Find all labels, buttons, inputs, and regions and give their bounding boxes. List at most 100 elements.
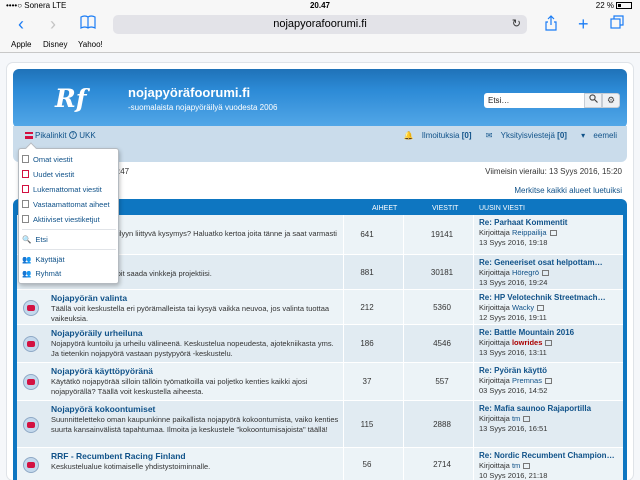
question-icon: ? — [69, 131, 77, 140]
battery: 22 % — [596, 1, 632, 10]
bell-icon: 🔔 — [403, 131, 414, 140]
goto-post-icon[interactable] — [523, 416, 531, 422]
advanced-search-button[interactable]: ⚙ — [602, 93, 620, 108]
last-post-title[interactable]: Re: Geneeriset osat helpottam… — [479, 258, 621, 267]
topics-count: 641 — [360, 230, 374, 239]
document-icon — [22, 200, 29, 208]
posts-count: 2714 — [433, 459, 451, 469]
goto-post-icon[interactable] — [545, 340, 553, 346]
last-post-date: 10 Syys 2016, 21:18 — [479, 471, 548, 480]
dd-groups[interactable]: 👥 Ryhmät — [22, 269, 116, 278]
favorite-disney[interactable]: Disney — [43, 40, 67, 49]
quicklinks-toggle[interactable]: Pikalinkit — [25, 131, 67, 140]
envelope-icon: ✉ — [485, 131, 493, 140]
last-post-date: 12 Syys 2016, 19:11 — [479, 313, 547, 322]
last-post-author[interactable]: tm — [512, 414, 520, 423]
posts-count: 2888 — [433, 419, 451, 429]
dd-unread-posts[interactable]: Lukemattomat viestit — [22, 185, 116, 194]
dd-search[interactable]: 🔍 Etsi — [22, 235, 116, 244]
dd-own-posts[interactable]: Omat viestit — [22, 155, 116, 164]
new-tab-icon[interactable]: + — [578, 15, 589, 33]
forum-row[interactable]: Nojapyörä käyttöpyöränä Käytätkö nojapyör… — [17, 363, 623, 401]
posts-count: 19141 — [430, 230, 454, 239]
goto-post-icon[interactable] — [523, 463, 531, 469]
site-header: Rf nojapyöräfoorumi.fi -suomalaista noja… — [13, 69, 627, 128]
forum-title[interactable]: Nojapyörä kokoontumiset — [51, 404, 155, 414]
last-post-date: 13 Syys 2016, 19:24 — [479, 278, 548, 287]
col-posts: VIESTIT — [432, 205, 459, 212]
forum-status-icon — [23, 374, 39, 390]
last-post-author[interactable]: tm — [512, 461, 520, 470]
forward-button[interactable]: › — [50, 15, 56, 33]
svg-text:Rf: Rf — [54, 84, 91, 113]
current-time: :47 — [118, 167, 130, 176]
posts-count: 4546 — [433, 339, 451, 348]
forum-description: Täällä voit keskustella eri pyörämalleis… — [51, 304, 330, 323]
col-topics: AIHEET — [372, 205, 398, 212]
last-post-title[interactable]: Re: Battle Mountain 2016 — [479, 328, 621, 337]
forum-status-icon — [23, 416, 39, 433]
last-post-author[interactable]: Premnas — [512, 376, 542, 385]
forum-row[interactable]: Nojapyörä kokoontumiset Suunnitteletteko … — [17, 401, 623, 448]
forum-title[interactable]: Nojapyöräily urheiluna — [51, 328, 143, 338]
favorite-apple[interactable]: Apple — [11, 40, 31, 49]
forum-status-icon — [23, 456, 39, 473]
search-button[interactable] — [584, 93, 602, 108]
menu-icon — [25, 132, 33, 139]
forum-row[interactable]: RRF - Recumbent Racing Finland Keskustelu… — [17, 448, 623, 480]
forum-row[interactable]: Nojapyöräily urheiluna Nojapyörä kuntoilu… — [17, 325, 623, 363]
forum-title[interactable]: Nojapyörä käyttöpyöränä — [51, 366, 153, 376]
gear-icon: ⚙ — [606, 95, 616, 105]
site-tagline: -suomalaista nojapyöräilyä vuodesta 2006 — [128, 103, 278, 112]
forum-row[interactable]: Nojapyörän valinta Täällä voit keskustell… — [17, 290, 623, 325]
bookmarks-icon[interactable] — [80, 15, 96, 34]
faq-link[interactable]: ? UKK — [69, 131, 96, 140]
goto-post-icon[interactable] — [549, 230, 557, 236]
last-post-author[interactable]: lowrides — [512, 338, 542, 347]
search-input[interactable]: Etsi… — [484, 93, 584, 108]
last-post-author[interactable]: Reippailija — [512, 228, 547, 237]
topics-count: 881 — [360, 267, 374, 277]
last-post-title[interactable]: Re: Parhaat Kommentit — [479, 218, 621, 227]
messages-link[interactable]: ✉ Yksityisviestejä [0] — [480, 131, 567, 140]
user-menu[interactable]: ▾ eemeli — [575, 131, 617, 140]
last-post-title[interactable]: Re: Mafia saunoo Rajaportilla — [479, 404, 621, 413]
document-icon — [22, 170, 29, 178]
search-icon — [588, 94, 598, 105]
forum-status-icon — [23, 299, 39, 316]
goto-post-icon[interactable] — [542, 270, 550, 276]
dd-active-topics[interactable]: Aktiiviset viestiketjut — [22, 215, 116, 224]
forum-description: Keskustelualue kotimaiselle yhdistystoim… — [51, 462, 211, 471]
dd-members[interactable]: 👥 Käyttäjät — [22, 255, 116, 264]
notifications-link[interactable]: 🔔 Ilmoituksia [0] — [397, 131, 471, 140]
last-post-title[interactable]: Re: HP Velotechnik Streetmach… — [479, 293, 621, 302]
forum-title[interactable]: Nojapyörän valinta — [51, 293, 127, 303]
favorites-bar: Apple Disney Yahoo! — [0, 37, 640, 53]
last-post-title[interactable]: Re: Pyörän käyttö — [479, 366, 621, 375]
share-icon[interactable] — [545, 15, 557, 36]
quicklinks-dropdown: Omat viestit Uudet viestit Lukemattomat … — [18, 142, 119, 284]
last-post-author[interactable]: Höregrö — [512, 268, 539, 277]
site-logo[interactable]: Rf — [53, 83, 99, 113]
document-icon — [22, 215, 29, 223]
last-post-author-line: Kirjoittaja Wacky — [479, 303, 545, 312]
reload-icon[interactable]: ↻ — [512, 15, 521, 34]
mark-all-read-link[interactable]: Merkitse kaikki alueet luetuiksi — [514, 186, 622, 195]
back-button[interactable]: ‹ — [18, 15, 24, 33]
last-post-title[interactable]: Re: Nordic Recumbent Champion… — [479, 451, 621, 460]
user-links: 🔔 Ilmoituksia [0] ✉ Yksityisviestejä [0]… — [391, 131, 617, 140]
dd-unanswered[interactable]: Vastaamattomat aiheet — [22, 200, 116, 209]
dd-new-posts[interactable]: Uudet viestit — [22, 170, 116, 179]
users-icon: 👥 — [22, 255, 32, 264]
goto-post-icon[interactable] — [537, 305, 545, 311]
site-title[interactable]: nojapyöräfoorumi.fi — [128, 85, 250, 100]
last-post-author[interactable]: Wacky — [512, 303, 534, 312]
goto-post-icon[interactable] — [544, 378, 552, 384]
address-bar[interactable]: nojapyorafoorumi.fi ↻ — [113, 15, 527, 34]
forum-title[interactable]: RRF - Recumbent Racing Finland — [51, 451, 186, 461]
last-post-date: 03 Syys 2016, 14:52 — [479, 386, 548, 395]
posts-count: 5360 — [433, 302, 451, 312]
forum-description: Suunnitteletteko oman kaupunkinne paikal… — [51, 415, 339, 434]
favorite-yahoo[interactable]: Yahoo! — [78, 40, 103, 49]
tabs-icon[interactable] — [610, 15, 624, 34]
